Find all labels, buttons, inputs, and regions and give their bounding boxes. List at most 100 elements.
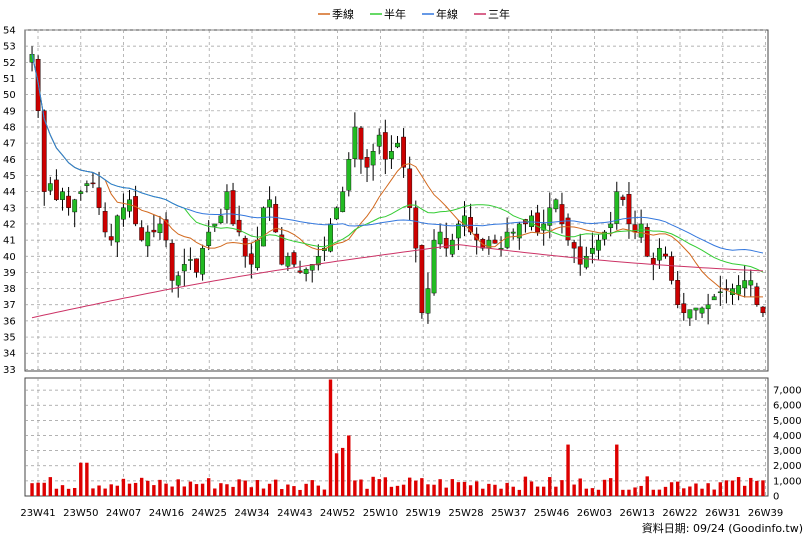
candle-down — [577, 246, 583, 265]
candle-up — [590, 247, 595, 254]
volume-bar — [487, 483, 491, 496]
volume-bar — [103, 488, 107, 496]
volume-tick-label: 3,000 — [773, 446, 802, 457]
candle-up — [529, 215, 534, 227]
chart-canvas: 季線 半年 年線 三年 33 34 35 36 37 38 39 40 41 42 43 44 45 46 47 4… — [0, 0, 808, 540]
volume-bar — [353, 480, 357, 496]
price-tick-label: 48 — [3, 122, 16, 133]
volume-bar — [450, 479, 455, 496]
volume-bar — [395, 485, 400, 496]
volume-bar — [401, 484, 406, 496]
volume-bar — [615, 444, 619, 496]
volume-bar — [152, 485, 156, 496]
candle-down — [108, 236, 114, 241]
volume-bar — [54, 488, 59, 496]
candle-up — [206, 231, 212, 246]
candle-up — [614, 191, 620, 224]
volume-bar — [572, 484, 576, 496]
volume-bar — [139, 477, 144, 496]
volume-tick-label: 7,000 — [773, 386, 802, 397]
candle-down — [626, 194, 632, 225]
candle-down — [675, 280, 681, 305]
volume-bar — [590, 488, 595, 496]
price-tick-label: 39 — [3, 268, 16, 279]
x-tick-label: 25W37 — [491, 508, 526, 519]
volume-bar — [36, 482, 40, 496]
candle-up — [425, 288, 431, 314]
volume-bar — [718, 482, 723, 496]
x-tick-label: 23W41 — [20, 508, 55, 519]
legend-label: 半年 — [384, 7, 406, 21]
candle-down — [90, 182, 96, 185]
candle-down — [297, 270, 303, 273]
volume-bar — [621, 489, 625, 496]
volume-bar — [505, 482, 509, 496]
volume-bar — [66, 488, 71, 496]
candle-down — [169, 242, 175, 281]
candle-down — [66, 195, 71, 208]
volume-bar — [669, 482, 674, 496]
volume-bar — [651, 489, 656, 496]
volume-bar — [188, 481, 193, 496]
volume-bar — [645, 476, 649, 496]
x-tick-label: 24W07 — [106, 508, 141, 519]
volume-bar — [657, 489, 662, 496]
candle-up — [121, 207, 126, 220]
candle-up — [395, 142, 400, 148]
candle-down — [407, 168, 413, 208]
x-tick-label: 26W22 — [662, 508, 697, 519]
candle-up — [261, 207, 266, 247]
candle-up — [200, 247, 205, 275]
volume-bar — [280, 489, 284, 496]
price-tick-label: 53 — [3, 42, 16, 53]
volume-bar — [688, 486, 692, 496]
volume-tick-label: 6,000 — [773, 401, 802, 412]
volume-bar — [91, 488, 95, 496]
candle-up — [736, 285, 741, 295]
volume-bar — [225, 484, 229, 496]
volume-bar — [42, 482, 46, 496]
candle-down — [194, 258, 199, 273]
volume-bar — [60, 485, 65, 496]
legend-label: 三年 — [488, 7, 510, 21]
footer-date: 資料日期: 09/24 (Goodinfo.tw) — [642, 521, 803, 535]
candle-up — [47, 183, 53, 191]
candle-up — [303, 268, 309, 274]
candle-down — [401, 136, 406, 168]
candle-up — [175, 275, 181, 286]
candle-down — [650, 257, 656, 265]
candle-down — [248, 253, 254, 265]
x-tick-label: 24W34 — [234, 508, 269, 519]
volume-tick-label: 2,000 — [773, 461, 802, 472]
volume-bar — [541, 486, 546, 496]
candle-up — [711, 296, 717, 301]
volume-bar — [79, 462, 83, 496]
volume-bar — [712, 489, 716, 496]
candle-up — [78, 191, 84, 194]
x-tick-label: 24W25 — [192, 508, 227, 519]
volume-bar — [322, 489, 327, 496]
candle-up — [389, 151, 394, 159]
volume-bar — [109, 484, 113, 496]
candle-down — [492, 239, 498, 244]
candle-up — [352, 126, 358, 159]
volume-bar — [164, 483, 168, 496]
x-tick-label: 25W19 — [406, 508, 441, 519]
candle-up — [267, 199, 272, 208]
volume-bar — [456, 482, 461, 496]
volume-bar — [736, 477, 741, 496]
candle-down — [358, 127, 364, 160]
volume-bar — [724, 480, 729, 496]
candle-up — [699, 307, 705, 314]
x-tick-label: 26W39 — [748, 508, 783, 519]
volume-bar — [675, 481, 680, 496]
volume-bar — [170, 486, 174, 496]
volume-bar — [468, 485, 473, 496]
volume-bar — [206, 478, 211, 496]
candle-up — [596, 239, 601, 251]
volume-bar — [310, 480, 314, 496]
volume-bar — [194, 484, 199, 496]
volume-bar — [115, 485, 120, 496]
volume-bar — [365, 488, 369, 496]
volume-bar — [273, 479, 278, 496]
